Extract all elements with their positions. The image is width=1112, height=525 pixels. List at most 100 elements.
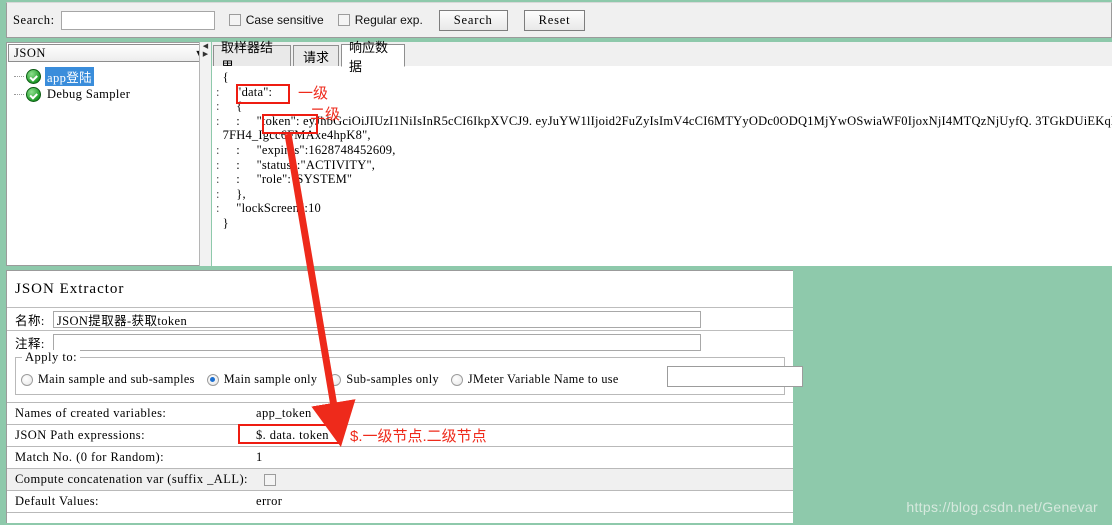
line-text: : "expires":1628748452609, <box>223 142 396 157</box>
row-label: Default Values: <box>15 494 99 508</box>
line-text: : "token": eyJhbGciOiJIUzI1NiIsInR5cCI6I… <box>223 113 1112 128</box>
response-line: 7FH4_Igcc6FMAxe4hpK8", <box>216 128 1112 143</box>
checkbox-box[interactable] <box>228 14 241 26</box>
row-match-no: Match No. (0 for Random): 1 <box>7 446 793 468</box>
search-toolbar: Search: Case sensitive Regular exp. Sear… <box>6 2 1112 38</box>
search-input[interactable] <box>60 10 215 30</box>
response-line: : : "expires":1628748452609, <box>216 143 1112 158</box>
response-line: : }, <box>216 187 1112 202</box>
regular-exp-checkbox[interactable]: Regular exp. <box>337 13 423 27</box>
splitter-left-arrow[interactable]: ◀ <box>200 42 211 50</box>
row-label: Names of created variables: <box>15 406 167 420</box>
row-json-path-expressions: JSON Path expressions: $. data. token <box>7 424 793 446</box>
watermark-text: https://blog.csdn.net/Genevar <box>906 499 1098 515</box>
response-line: } <box>216 216 1112 231</box>
match-no-input[interactable]: 1 <box>252 447 793 468</box>
jmeter-variable-input[interactable] <box>667 366 803 387</box>
tree-item-label: Debug Sampler <box>47 86 131 101</box>
radio-main-only[interactable]: Main sample only <box>206 372 318 387</box>
radio-jmeter-variable[interactable]: JMeter Variable Name to use <box>450 372 619 387</box>
comment-row: 注释: <box>7 330 793 353</box>
json-extractor-panel: JSON Extractor 名称: 注释: Apply to: Main sa… <box>6 270 803 525</box>
tree-item-app-login[interactable]: app登陆 <box>8 66 208 86</box>
radio-button[interactable] <box>329 373 342 386</box>
checkbox-box[interactable] <box>337 14 350 26</box>
line-text: { <box>222 70 229 84</box>
line-gutter: : <box>216 99 223 114</box>
compute-concatenation-checkbox[interactable] <box>264 473 276 486</box>
response-line: : : "token": eyJhbGciOiJIUzI1NiIsInR5cCI… <box>216 114 1112 129</box>
response-data-view[interactable]: {: "data":: {: : "token": eyJhbGciOiJIUz… <box>212 66 1112 266</box>
tab-sampler-result[interactable]: 取样器结果 <box>213 40 291 74</box>
case-sensitive-checkbox[interactable]: Case sensitive <box>228 13 324 27</box>
line-gutter: : <box>216 142 223 157</box>
comment-input[interactable] <box>52 333 701 351</box>
regular-exp-label: Regular exp. <box>354 13 423 27</box>
row-label: Compute concatenation var (suffix _ALL): <box>15 472 248 486</box>
result-panel: 取样器结果 请求 响应数据 {: "data":: {: : "token": … <box>212 40 1112 266</box>
line-gutter: : <box>216 172 223 187</box>
row-label: JSON Path expressions: <box>15 428 146 442</box>
radio-label: Main sample only <box>223 372 318 386</box>
sampler-tree: app登陆 Debug Sampler <box>8 63 208 264</box>
line-text: "data": <box>223 84 273 99</box>
success-check-icon <box>26 86 41 102</box>
row-label: Match No. (0 for Random): <box>15 450 165 464</box>
response-line: : "data": <box>216 85 1112 100</box>
splitter-right-arrow[interactable]: ▶ <box>200 50 211 58</box>
line-gutter: : <box>216 113 223 128</box>
panel-title: JSON Extractor <box>15 281 125 297</box>
response-line: : { <box>216 99 1112 114</box>
line-gutter: : <box>216 84 223 99</box>
radio-button-selected[interactable] <box>206 373 219 386</box>
case-sensitive-label: Case sensitive <box>245 13 324 27</box>
radio-label: Sub-samples only <box>346 372 439 386</box>
row-names-of-created-variables: Names of created variables: app_token <box>7 402 793 424</box>
names-of-created-variables-input[interactable]: app_token <box>252 403 793 424</box>
radio-button[interactable] <box>450 373 463 386</box>
line-text: : "role":"SYSTEM" <box>223 172 353 187</box>
line-text: { <box>223 99 243 114</box>
result-tabs: 取样器结果 请求 响应数据 <box>212 40 1112 74</box>
line-gutter: : <box>216 157 223 172</box>
tree-panel: JSON ▼ app登陆 Debug Sampler <box>6 42 208 266</box>
line-text: : "status":"ACTIVITY", <box>223 157 376 172</box>
radio-label: JMeter Variable Name to use <box>467 372 619 386</box>
view-type-combobox[interactable]: JSON ▼ <box>8 44 208 62</box>
line-gutter <box>216 128 223 142</box>
radio-main-and-sub[interactable]: Main sample and sub-samples <box>21 372 195 387</box>
tree-connector <box>14 94 24 95</box>
grid-filler <box>7 512 793 525</box>
radio-label: Main sample and sub-samples <box>38 372 195 386</box>
panel-splitter[interactable]: ◀ ▶ <box>199 42 211 266</box>
row-default-values: Default Values: error <box>7 490 793 512</box>
line-text: 7FH4_Igcc6FMAxe4hpK8", <box>222 128 371 143</box>
line-gutter <box>216 216 223 230</box>
radio-button[interactable] <box>21 373 33 386</box>
tree-item-debug-sampler[interactable]: Debug Sampler <box>8 85 208 103</box>
name-label: 名称: <box>15 313 45 328</box>
apply-to-legend: Apply to: <box>22 350 81 365</box>
success-check-icon <box>26 68 41 84</box>
response-line: : "lockScreen":10 <box>216 201 1112 216</box>
name-input[interactable] <box>52 310 701 328</box>
json-path-expressions-input[interactable]: $. data. token <box>252 425 793 446</box>
reset-button[interactable]: Reset <box>523 9 586 31</box>
comment-label: 注释: <box>15 336 45 351</box>
compute-concatenation-cell <box>256 469 793 490</box>
apply-to-group: Apply to: Main sample and sub-samples Ma… <box>15 350 803 395</box>
default-values-input[interactable]: error <box>252 491 793 512</box>
line-gutter <box>216 70 223 84</box>
tab-request[interactable]: 请求 <box>293 45 339 66</box>
line-text: } <box>222 215 229 230</box>
line-text: }, <box>223 186 246 201</box>
name-row: 名称: <box>7 307 793 330</box>
radio-sub-only[interactable]: Sub-samples only <box>329 372 439 387</box>
line-text: "lockScreen":10 <box>223 201 322 216</box>
tree-connector <box>14 76 24 77</box>
row-compute-concatenation: Compute concatenation var (suffix _ALL): <box>7 468 793 490</box>
search-button[interactable]: Search <box>438 9 508 31</box>
response-line: : : "status":"ACTIVITY", <box>216 158 1112 173</box>
combobox-value: JSON <box>14 45 46 60</box>
tab-response-data[interactable]: 响应数据 <box>341 40 405 74</box>
